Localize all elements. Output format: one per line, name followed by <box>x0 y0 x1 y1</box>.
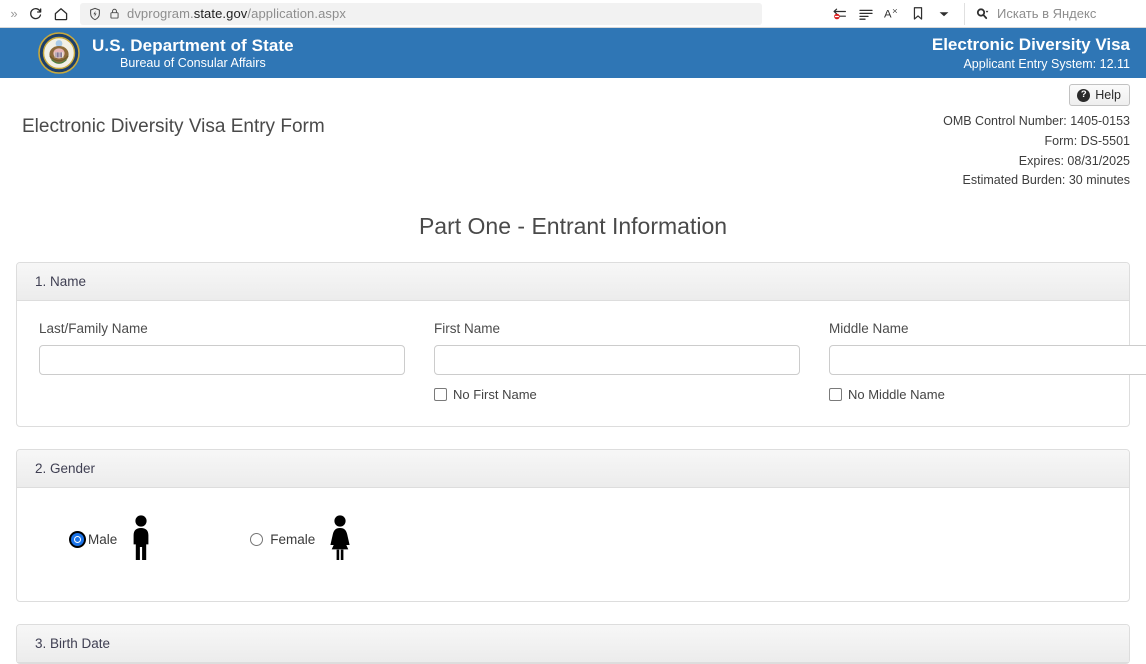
first-name-group: First Name No First Name <box>434 321 800 402</box>
gender-option-female[interactable]: Female <box>250 514 353 565</box>
toolbar-right-group: A ⨯ Искать в Яндекс <box>828 2 1140 26</box>
male-radio[interactable] <box>71 533 84 546</box>
url-text: dvprogram.state.gov/application.aspx <box>127 6 346 21</box>
system-branding: Electronic Diversity Visa Applicant Entr… <box>932 35 1130 70</box>
middle-name-label: Middle Name <box>829 321 1146 336</box>
help-button-label: Help <box>1095 88 1121 102</box>
tracking-protection-icon[interactable] <box>828 2 852 26</box>
panel-gender-body: Male Female <box>17 488 1129 601</box>
help-row: ? Help <box>16 78 1130 106</box>
no-middle-name-checkbox-row[interactable]: No Middle Name <box>829 387 1146 402</box>
question-circle-icon: ? <box>1077 89 1090 102</box>
omb-form-number: Form: DS-5501 <box>943 132 1130 152</box>
panel-name-heading: 1. Name <box>17 263 1129 301</box>
name-fields-grid: Last/Family Name First Name No First Nam… <box>39 321 1111 402</box>
middle-name-group: Middle Name No Middle Name <box>829 321 1146 402</box>
male-label: Male <box>88 532 117 547</box>
chevrons-right-icon[interactable]: » <box>6 7 22 20</box>
home-button[interactable] <box>48 2 74 26</box>
page-content: ? Help Electronic Diversity Visa Entry F… <box>0 78 1146 664</box>
last-name-input[interactable] <box>39 345 405 375</box>
panel-birth-date: 3. Birth Date <box>16 624 1130 664</box>
system-version: Applicant Entry System: 12.11 <box>932 57 1130 71</box>
bureau-name: Bureau of Consular Affairs <box>92 56 294 70</box>
shield-icon[interactable] <box>88 7 102 21</box>
first-name-label: First Name <box>434 321 800 336</box>
no-first-name-label: No First Name <box>453 387 537 402</box>
svg-text:A: A <box>884 9 892 21</box>
translate-icon[interactable]: A ⨯ <box>880 2 904 26</box>
page-title: Electronic Diversity Visa Entry Form <box>16 108 325 138</box>
search-placeholder: Искать в Яндекс <box>997 6 1096 21</box>
omb-burden: Estimated Burden: 30 minutes <box>943 171 1130 191</box>
no-middle-name-checkbox[interactable] <box>829 388 842 401</box>
panel-birth-date-heading: 3. Birth Date <box>17 625 1129 663</box>
last-name-spacer <box>39 375 405 399</box>
no-middle-name-label: No Middle Name <box>848 387 945 402</box>
panel-name: 1. Name Last/Family Name First Name No F… <box>16 262 1130 427</box>
panel-name-body: Last/Family Name First Name No First Nam… <box>17 301 1129 426</box>
male-figure-icon <box>129 514 153 565</box>
omb-expires: Expires: 08/31/2025 <box>943 152 1130 172</box>
browser-toolbar: » dvprogram.state.gov/application.aspx <box>0 0 1146 28</box>
bookmark-icon[interactable] <box>906 2 930 26</box>
first-name-input[interactable] <box>434 345 800 375</box>
address-bar[interactable]: dvprogram.state.gov/application.aspx <box>80 3 762 25</box>
female-figure-icon <box>327 514 353 565</box>
lock-icon[interactable] <box>108 7 121 20</box>
part-title: Part One - Entrant Information <box>16 213 1130 240</box>
chevron-down-icon[interactable] <box>932 2 956 26</box>
us-department-of-state-seal <box>38 32 80 74</box>
reload-button[interactable] <box>22 2 48 26</box>
reading-list-icon[interactable] <box>854 2 878 26</box>
last-name-group: Last/Family Name <box>39 321 405 402</box>
gender-option-male[interactable]: Male <box>71 514 153 565</box>
omb-control-number: OMB Control Number: 1405-0153 <box>943 112 1130 132</box>
title-row: Electronic Diversity Visa Entry Form OMB… <box>16 108 1130 191</box>
panel-gender: 2. Gender Male Female <box>16 449 1130 602</box>
female-radio[interactable] <box>250 533 263 546</box>
agency-branding: U.S. Department of State Bureau of Consu… <box>92 36 294 70</box>
no-first-name-checkbox-row[interactable]: No First Name <box>434 387 800 402</box>
search-input[interactable]: Искать в Яндекс <box>964 3 1140 25</box>
female-label: Female <box>270 532 315 547</box>
search-icon <box>975 7 990 21</box>
help-button[interactable]: ? Help <box>1069 84 1130 106</box>
site-banner: U.S. Department of State Bureau of Consu… <box>0 28 1146 78</box>
system-title: Electronic Diversity Visa <box>932 35 1130 54</box>
last-name-label: Last/Family Name <box>39 321 405 336</box>
svg-text:⨯: ⨯ <box>891 6 897 15</box>
omb-info: OMB Control Number: 1405-0153 Form: DS-5… <box>943 108 1130 191</box>
panel-gender-heading: 2. Gender <box>17 450 1129 488</box>
agency-name: U.S. Department of State <box>92 36 294 55</box>
middle-name-input[interactable] <box>829 345 1146 375</box>
no-first-name-checkbox[interactable] <box>434 388 447 401</box>
